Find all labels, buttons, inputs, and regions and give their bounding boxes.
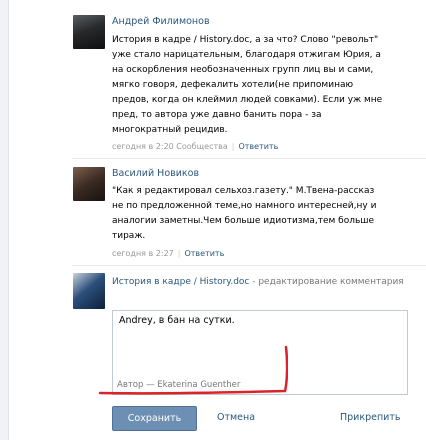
comment-timestamp: сегодня в 2:20 Сообщества	[112, 142, 228, 151]
comment-line: предов, когда он клеймил людей совками).…	[112, 95, 383, 105]
divider	[72, 158, 426, 159]
comment-meta: сегодня в 2:27 | Ответить	[112, 249, 225, 258]
comment-line: тираж.	[112, 231, 146, 241]
comment-line: многократный рецидив.	[112, 125, 228, 135]
left-rail	[0, 0, 9, 440]
edit-title: История в кадре / History.doc - редактир…	[112, 275, 412, 289]
comment-meta: сегодня в 2:20 Сообщества | Ответить	[112, 142, 279, 151]
attach-link[interactable]: Прикрепить	[340, 412, 400, 423]
comment-line: "Как я редактировал сельхоз.газету." М.Т…	[112, 186, 375, 196]
edit-title-suffix: - редактирование комментария	[249, 277, 404, 287]
save-button[interactable]: Сохранить	[112, 406, 197, 431]
author-signature: Автор — Ekaterina Guenther	[117, 380, 241, 390]
avatar[interactable]	[73, 15, 105, 49]
comment-text: История в кадре / History.doc, а за что?…	[112, 33, 404, 138]
comment-line: мягко говоря, дефекалить хотели(не припо…	[112, 80, 354, 90]
avatar[interactable]	[73, 273, 105, 309]
comment-editor[interactable]: Andrey, в бан на сутки. Автор — Ekaterin…	[112, 310, 408, 395]
reply-link[interactable]: Ответить	[184, 249, 224, 258]
comment-timestamp: сегодня в 2:27	[112, 249, 174, 258]
comment-line: уже стало нарицательным, благодаря отжиг…	[112, 50, 381, 60]
comment-author-link[interactable]: Василий Новиков	[112, 168, 199, 179]
comment-line: пред, то автора уже давно банить пора - …	[112, 110, 322, 120]
avatar[interactable]	[73, 167, 105, 201]
page-link[interactable]: История в кадре / History.doc	[112, 277, 249, 287]
comment-edit-textarea[interactable]: Andrey, в бан на сутки.	[113, 311, 407, 369]
divider	[72, 265, 426, 266]
comment-line: аналогии заметны.Чем больше идиотизма,те…	[112, 216, 375, 226]
comment-text: "Как я редактировал сельхоз.газету." М.Т…	[112, 184, 404, 244]
comment-line: История в кадре / History.doc, а за что?…	[112, 35, 379, 45]
comment-line: на оскорбления необозначенных групп лиц …	[112, 65, 374, 75]
reply-link[interactable]: Ответить	[238, 142, 278, 151]
cancel-link[interactable]: Отмена	[217, 412, 255, 423]
comment-author-link[interactable]: Андрей Филимонов	[112, 16, 210, 27]
comment-line: не по предложенной теме,но намного интер…	[112, 201, 377, 211]
